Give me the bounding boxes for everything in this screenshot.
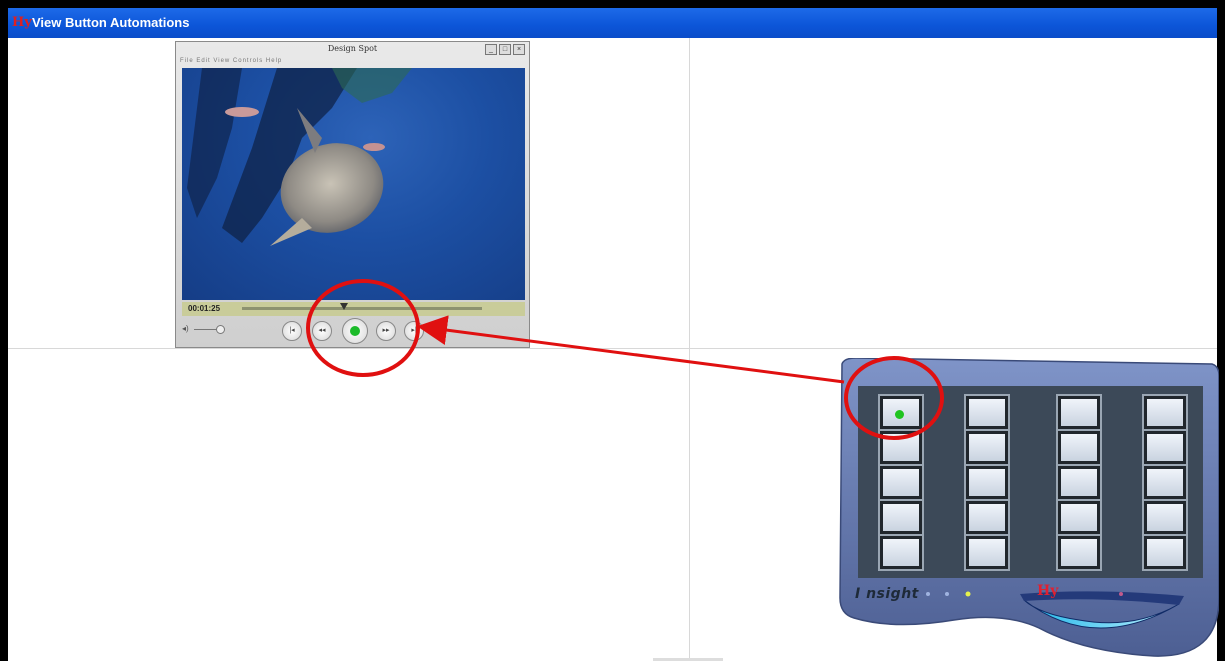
window: Hy View Button Automations Design Spot _… — [0, 0, 1225, 661]
controller-button-c2-r2[interactable] — [964, 429, 1010, 466]
play-indicator-icon — [350, 326, 360, 336]
controller-button-c4-r5[interactable] — [1142, 534, 1188, 571]
seek-track[interactable] — [242, 307, 482, 310]
controller-button-c1-r3[interactable] — [878, 464, 924, 501]
minimize-icon[interactable]: _ — [485, 44, 497, 55]
player-controls: ◂) |◂ ◂◂ ▸▸ ▸| — [176, 318, 529, 348]
controller-button-c2-r4[interactable] — [964, 499, 1010, 536]
controller-button-c3-r4[interactable] — [1056, 499, 1102, 536]
controller-button-c1-r4[interactable] — [878, 499, 924, 536]
skip-back-button[interactable]: |◂ — [282, 321, 302, 341]
player-menu-bar[interactable]: File Edit View Controls Help — [180, 56, 380, 66]
led-indicator-icon — [895, 410, 904, 419]
fast-forward-button[interactable]: ▸▸ — [376, 321, 396, 341]
controller-button-c1-r1[interactable] — [878, 394, 924, 431]
seek-bar[interactable]: 00:01:25 — [182, 302, 525, 316]
title-bar: Hy View Button Automations — [8, 8, 1217, 38]
player-title: Design Spot — [327, 44, 378, 53]
controller-brand: I nsight — [855, 586, 919, 602]
rewind-button[interactable]: ◂◂ — [312, 321, 332, 341]
player-window-buttons: _ □ × — [485, 44, 525, 55]
controller-button-c2-r1[interactable] — [964, 394, 1010, 431]
skip-forward-button[interactable]: ▸| — [404, 321, 424, 341]
controller-button-c4-r2[interactable] — [1142, 429, 1188, 466]
sunfish-video-frame — [187, 68, 412, 246]
controller-logo-icon: Hy — [1037, 583, 1059, 599]
automation-canvas: Design Spot _ □ × File Edit View Control… — [8, 38, 1219, 661]
controller-button-c3-r5[interactable] — [1056, 534, 1102, 571]
time-display: 00:01:25 — [188, 304, 221, 313]
app-logo-icon: Hy — [12, 15, 32, 30]
close-icon[interactable]: × — [513, 44, 525, 55]
grid-divider-horizontal — [8, 348, 1217, 349]
controller-button-c1-r2[interactable] — [878, 429, 924, 466]
volume-icon: ◂) — [182, 324, 189, 333]
maximize-icon[interactable]: □ — [499, 44, 511, 55]
controller-button-c4-r3[interactable] — [1142, 464, 1188, 501]
controller-button-c2-r5[interactable] — [964, 534, 1010, 571]
video-display — [182, 68, 525, 300]
controller-button-c4-r1[interactable] — [1142, 394, 1188, 431]
play-button[interactable] — [342, 318, 368, 344]
controller-button-c3-r2[interactable] — [1056, 429, 1102, 466]
window-title: View Button Automations — [32, 15, 190, 30]
grid-divider-vertical — [689, 38, 690, 661]
seek-thumb[interactable] — [340, 303, 348, 310]
controller-button-c3-r1[interactable] — [1056, 394, 1102, 431]
controller-button-c4-r4[interactable] — [1142, 499, 1188, 536]
controller-button-c2-r3[interactable] — [964, 464, 1010, 501]
controller-button-c1-r5[interactable] — [878, 534, 924, 571]
media-player-window[interactable]: Design Spot _ □ × File Edit View Control… — [175, 41, 530, 348]
volume-knob[interactable] — [216, 325, 225, 334]
controller-button-c3-r3[interactable] — [1056, 464, 1102, 501]
